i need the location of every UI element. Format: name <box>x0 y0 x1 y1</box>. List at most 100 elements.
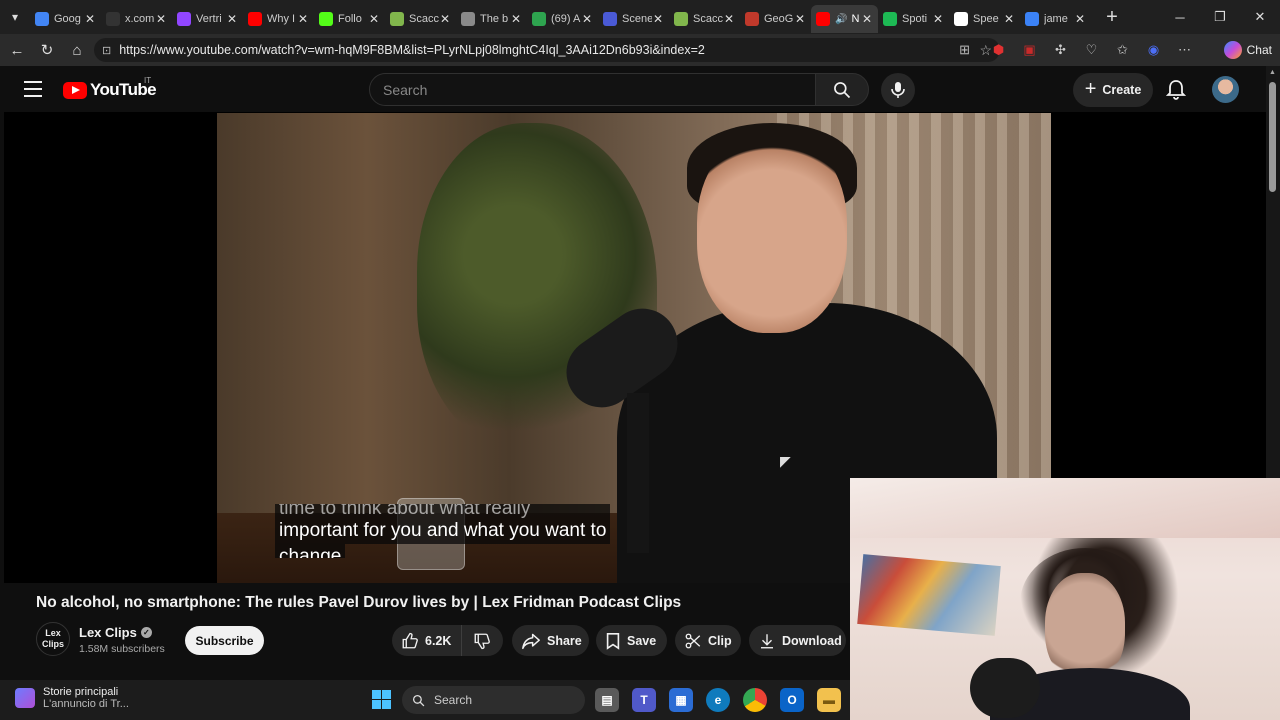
caption-line: change <box>275 544 346 558</box>
tab-close-icon[interactable]: ✕ <box>226 12 238 26</box>
create-label: Create <box>1102 83 1142 97</box>
channel-avatar[interactable]: Lex Clips <box>36 622 70 656</box>
search-icon <box>1025 12 1039 26</box>
tab-actions-menu-icon[interactable]: ▾ <box>0 0 30 34</box>
browser-tab[interactable]: Scacc ✕ <box>669 5 740 33</box>
browser-tab[interactable]: Spee ✕ <box>949 5 1020 33</box>
create-button[interactable]: + Create <box>1073 73 1153 107</box>
tab-close-icon[interactable]: ✕ <box>84 12 96 26</box>
verified-check-icon: ✓ <box>140 627 152 638</box>
collections-icon[interactable]: ✩ <box>1107 42 1138 58</box>
tab-close-icon[interactable]: ✕ <box>723 12 735 26</box>
search-button[interactable] <box>815 73 869 106</box>
share-button[interactable]: Share <box>512 625 589 656</box>
channel-avatar-text: Lex <box>45 628 61 638</box>
tab-label: Follo <box>338 13 362 25</box>
account-avatar[interactable] <box>1212 76 1239 103</box>
browser-tab[interactable]: Scene ✕ <box>598 5 669 33</box>
close-window-icon[interactable]: ✕ <box>1240 0 1280 34</box>
clip-button[interactable]: Clip <box>675 625 741 656</box>
browser-tab[interactable]: 🔊 N ✕ <box>811 5 878 33</box>
ublock-icon[interactable]: ⬢ <box>983 42 1014 58</box>
file-explorer-icon[interactable]: ▤ <box>595 688 619 712</box>
tab-close-icon[interactable]: ✕ <box>932 12 944 26</box>
browser-tab[interactable]: Why I ✕ <box>243 5 314 33</box>
guide-menu-icon[interactable] <box>24 81 42 102</box>
copilot-chat-button[interactable]: Chat <box>1223 40 1272 60</box>
browser-essentials-icon[interactable]: ♡ <box>1076 42 1107 58</box>
browser-tab[interactable]: Goog ✕ <box>30 5 101 33</box>
taskbar-search[interactable]: Search <box>402 686 585 714</box>
plus-icon: + <box>1084 77 1097 100</box>
tab-close-icon[interactable]: ✕ <box>1003 12 1015 26</box>
tab-label: Goog <box>54 13 81 25</box>
scene-icon <box>603 12 617 26</box>
widgets-icon <box>15 688 35 708</box>
like-button[interactable]: 6.2K <box>392 625 462 656</box>
tab-close-icon[interactable]: ✕ <box>794 12 806 26</box>
tab-close-icon[interactable]: ✕ <box>297 12 309 26</box>
save-button[interactable]: Save <box>596 625 667 656</box>
teams-icon[interactable]: T <box>632 688 656 712</box>
channel-name-link[interactable]: Lex Clips ✓ <box>79 625 152 640</box>
tab-close-icon[interactable]: ✕ <box>861 12 873 26</box>
more-menu-icon[interactable]: ⋯ <box>1169 42 1200 58</box>
subscribe-button[interactable]: Subscribe <box>185 626 264 655</box>
download-button[interactable]: Download <box>749 625 846 656</box>
tab-label: (69) A <box>551 13 581 25</box>
browser-tab[interactable]: GeoG ✕ <box>740 5 811 33</box>
browser-tab[interactable]: Scacc ✕ <box>385 5 456 33</box>
browser-tab[interactable]: (69) A ✕ <box>527 5 598 33</box>
voice-search-button[interactable] <box>881 73 915 107</box>
tab-close-icon[interactable]: ✕ <box>652 12 664 26</box>
tab-list: Goog ✕ x.com ✕ Vertri ✕ Why I ✕ Follo ✕ Scacc ✕ The … <box>30 1 1091 33</box>
scroll-up-icon[interactable]: ▲ <box>1269 69 1276 76</box>
notifications-bell-icon[interactable] <box>1165 79 1187 106</box>
browser-tab[interactable]: jame ✕ <box>1020 5 1091 33</box>
clip-label: Clip <box>708 633 732 648</box>
dislike-button[interactable] <box>462 632 502 650</box>
tab-audio-icon[interactable]: 🔊 <box>835 14 847 25</box>
folder-icon[interactable]: ▬ <box>817 688 841 712</box>
tab-close-icon[interactable]: ✕ <box>439 12 451 26</box>
extensions-puzzle-icon[interactable]: ✣ <box>1045 42 1076 58</box>
youtube-logo[interactable]: YouTube IT <box>63 76 157 100</box>
channel-avatar-text: Clips <box>41 639 64 649</box>
site-info-icon[interactable]: ⊡ <box>102 44 111 57</box>
chrome-icon[interactable] <box>743 688 767 712</box>
url-text: https://www.youtube.com/watch?v=wm-hqM9F… <box>119 43 705 57</box>
home-icon[interactable]: ⌂ <box>62 42 92 59</box>
restore-icon[interactable]: ❐ <box>1200 0 1240 34</box>
tab-close-icon[interactable]: ✕ <box>1074 12 1086 26</box>
browser-tab[interactable]: x.com ✕ <box>101 5 172 33</box>
minimize-icon[interactable]: ─ <box>1160 0 1200 34</box>
search-input[interactable]: Search <box>369 73 816 106</box>
tab-label: N <box>851 13 860 25</box>
tab-close-icon[interactable]: ✕ <box>368 12 380 26</box>
windows-start-icon[interactable] <box>372 690 391 709</box>
browser-tab[interactable]: Vertri ✕ <box>172 5 243 33</box>
tab-label: x.com <box>125 13 155 25</box>
new-tab-button[interactable]: + <box>1097 6 1127 29</box>
browser-tab[interactable]: Follo ✕ <box>314 5 385 33</box>
tab-label: Vertri <box>196 13 222 25</box>
back-icon[interactable]: ← <box>2 42 32 59</box>
browser-tab[interactable]: Spoti ✕ <box>878 5 949 33</box>
extension-red-icon[interactable]: ▣ <box>1014 42 1045 58</box>
app-available-icon[interactable]: ⊞ <box>959 42 970 58</box>
url-bar[interactable]: ⊡ https://www.youtube.com/watch?v=wm-hqM… <box>94 38 1000 62</box>
tab-close-icon[interactable]: ✕ <box>581 12 593 26</box>
tab-close-icon[interactable]: ✕ <box>155 12 167 26</box>
store-icon[interactable]: ▦ <box>669 688 693 712</box>
outlook-icon[interactable]: O <box>780 688 804 712</box>
profile-ring-icon[interactable]: ◉ <box>1138 42 1169 58</box>
telegram-logo-icon: ◤ <box>780 453 791 469</box>
news-widget[interactable]: Storie principali L'annuncio di Tr... <box>15 686 129 710</box>
browser-tab[interactable]: The b ✕ <box>456 5 527 33</box>
edge-icon[interactable]: e <box>706 688 730 712</box>
refresh-icon[interactable]: ↻ <box>32 41 62 59</box>
scissors-icon <box>684 632 702 650</box>
share-label: Share <box>547 633 582 648</box>
scrollbar-thumb[interactable] <box>1269 82 1276 192</box>
tab-close-icon[interactable]: ✕ <box>510 12 522 26</box>
